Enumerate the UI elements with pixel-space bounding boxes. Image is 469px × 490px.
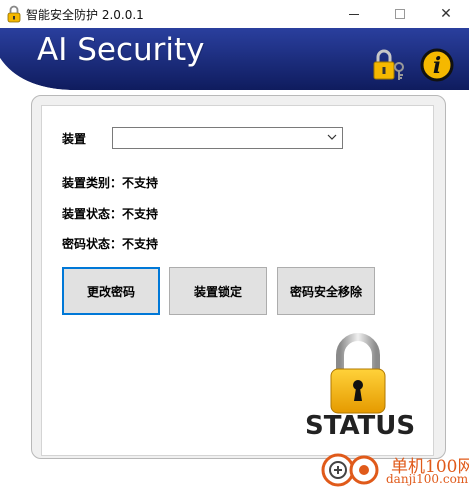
remove-password-button[interactable]: 密码安全移除 <box>277 267 375 315</box>
password-status-text: 密码状态：不支持 <box>62 237 159 251</box>
banner-title: AI Security <box>37 32 205 68</box>
status-lock-icon <box>330 333 386 414</box>
device-label: 装置 <box>62 132 87 146</box>
maximize-button[interactable] <box>377 0 423 28</box>
close-icon: ✕ <box>440 6 452 22</box>
status-label: STATUS <box>305 411 416 441</box>
chevron-down-icon <box>327 134 337 140</box>
window-titlebar: 智能安全防护 2.0.0.1 ✕ <box>0 0 469 28</box>
change-password-button[interactable]: 更改密码 <box>62 267 160 315</box>
lock-key-icon[interactable] <box>368 47 408 83</box>
maximize-icon <box>395 9 405 19</box>
app-lock-icon <box>7 5 21 23</box>
window-title: 智能安全防护 2.0.0.1 <box>26 8 144 22</box>
svg-text:i: i <box>433 53 441 79</box>
watermark-url: danji100.com <box>386 472 469 486</box>
lock-device-button[interactable]: 装置锁定 <box>169 267 267 315</box>
close-button[interactable]: ✕ <box>423 0 469 28</box>
info-icon[interactable]: i <box>419 47 455 83</box>
device-status-text: 装置状态：不支持 <box>62 207 159 221</box>
device-select[interactable] <box>112 127 343 149</box>
minimize-icon <box>349 13 359 15</box>
minimize-button[interactable] <box>331 0 377 28</box>
device-type-text: 装置类别：不支持 <box>62 176 159 190</box>
